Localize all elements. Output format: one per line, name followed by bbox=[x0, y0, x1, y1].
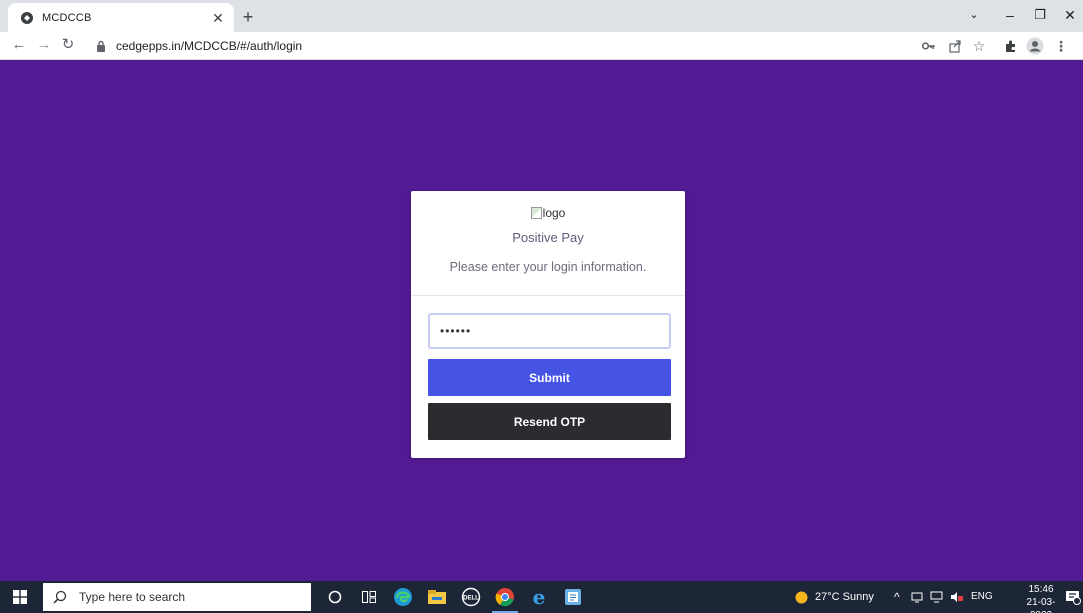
login-page: logo Positive Pay Please enter your logi… bbox=[0, 60, 1083, 581]
forward-button[interactable]: → bbox=[33, 34, 55, 56]
tab-search-icon[interactable]: ⌄ bbox=[956, 2, 992, 28]
chrome-icon[interactable] bbox=[488, 581, 522, 613]
tab-close-icon[interactable]: ✕ bbox=[210, 10, 226, 26]
new-tab-button[interactable]: + bbox=[237, 6, 259, 28]
edge-browser-icon[interactable] bbox=[386, 581, 420, 613]
meet-now-icon[interactable] bbox=[911, 581, 923, 613]
weather-text[interactable]: 27°C Sunny bbox=[815, 581, 874, 613]
svg-text:DELL: DELL bbox=[463, 596, 479, 602]
task-view-icon[interactable] bbox=[352, 581, 386, 613]
network-icon[interactable] bbox=[930, 581, 944, 613]
clock-time: 15:46 bbox=[1028, 584, 1054, 595]
clock-date: 21-03-2022 bbox=[1026, 597, 1056, 613]
submit-button[interactable]: Submit bbox=[428, 359, 671, 396]
reload-button[interactable]: ↻ bbox=[57, 34, 79, 56]
taskbar-clock[interactable]: 15:46 21-03-2022 bbox=[1019, 583, 1063, 613]
tab-title: MCDCCB bbox=[42, 11, 92, 24]
taskbar-search-box[interactable]: Type here to search bbox=[43, 583, 311, 611]
menu-kebab-icon[interactable]: ⋮ bbox=[1050, 35, 1072, 57]
bookmark-star-icon[interactable]: ☆ bbox=[968, 35, 990, 57]
logo-image: logo bbox=[530, 206, 566, 220]
login-card-header: logo Positive Pay Please enter your logi… bbox=[411, 191, 685, 296]
speaker-muted-icon[interactable] bbox=[950, 581, 964, 613]
file-explorer-icon[interactable] bbox=[420, 581, 454, 613]
extensions-icon[interactable] bbox=[1000, 35, 1022, 57]
windows-start-button[interactable] bbox=[0, 581, 40, 613]
login-card: logo Positive Pay Please enter your logi… bbox=[411, 191, 685, 458]
profile-avatar-icon[interactable] bbox=[1024, 35, 1046, 57]
windows-logo-icon bbox=[13, 590, 27, 604]
search-placeholder: Type here to search bbox=[79, 590, 186, 604]
notifications-icon[interactable] bbox=[1065, 581, 1081, 613]
language-indicator[interactable]: ENG bbox=[971, 581, 993, 613]
back-button[interactable]: ← bbox=[8, 34, 30, 56]
browser-tab-bar: MCDCCB ✕ + ⌄ – ❐ ✕ bbox=[0, 0, 1083, 32]
lock-icon bbox=[96, 40, 108, 52]
svg-text:e: e bbox=[533, 587, 546, 607]
internet-explorer-icon[interactable]: e bbox=[522, 581, 556, 613]
notepad-app-icon[interactable] bbox=[556, 581, 590, 613]
logo-alt-text: logo bbox=[542, 206, 566, 220]
login-subtitle: Please enter your login information. bbox=[449, 260, 647, 274]
browser-tab[interactable]: MCDCCB ✕ bbox=[8, 3, 234, 32]
globe-icon bbox=[20, 11, 34, 25]
dell-icon[interactable]: DELL bbox=[454, 581, 488, 613]
resend-otp-button[interactable]: Resend OTP bbox=[428, 403, 671, 440]
close-window-button[interactable]: ✕ bbox=[1052, 2, 1083, 28]
brand-title: Positive Pay bbox=[512, 230, 584, 245]
key-icon[interactable] bbox=[918, 35, 940, 57]
search-icon bbox=[53, 590, 67, 604]
browser-toolbar: ← → ↻ cedgepps.in/MCDCCB/#/auth/login ☆ … bbox=[0, 32, 1083, 60]
cortana-icon[interactable] bbox=[318, 581, 352, 613]
broken-image-icon bbox=[530, 207, 542, 219]
show-hidden-icons-icon[interactable]: ^ bbox=[894, 581, 900, 613]
share-icon[interactable] bbox=[944, 35, 966, 57]
weather-sun-icon[interactable] bbox=[795, 581, 808, 613]
windows-taskbar: Type here to search DELL e 27°C Sunny ^ … bbox=[0, 581, 1083, 613]
url-text: cedgepps.in/MCDCCB/#/auth/login bbox=[116, 39, 303, 53]
address-bar[interactable]: cedgepps.in/MCDCCB/#/auth/login bbox=[88, 35, 916, 57]
otp-password-input[interactable] bbox=[428, 313, 671, 349]
